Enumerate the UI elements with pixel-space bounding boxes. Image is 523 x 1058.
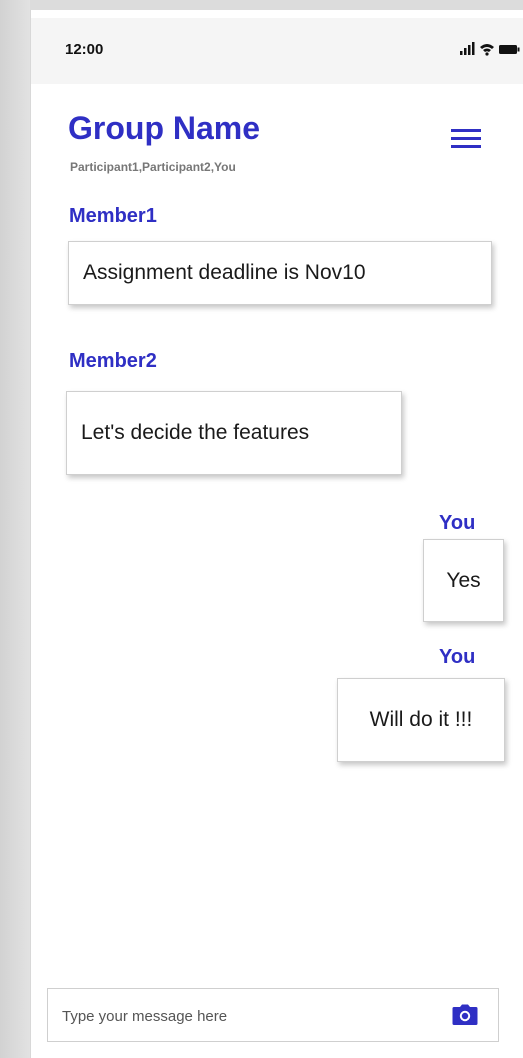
message-sender: Member1 (69, 205, 157, 227)
message-bubble: Will do it !!! (337, 678, 505, 762)
signal-icon (460, 42, 475, 55)
hamburger-menu-icon[interactable] (451, 127, 483, 151)
battery-icon (499, 45, 520, 54)
status-icons (460, 42, 520, 56)
participants-list: Participant1,Participant2,You (70, 160, 236, 174)
wifi-icon (480, 44, 494, 56)
message-text: Let's decide the features (81, 421, 310, 444)
message-sender: You (439, 512, 476, 534)
message-text: Will do it !!! (369, 708, 473, 731)
message-sender: You (439, 646, 476, 668)
status-time: 12:00 (65, 41, 104, 58)
status-bar: 12:00 (31, 18, 523, 84)
message-composer (47, 988, 499, 1042)
message-input[interactable] (62, 1005, 432, 1027)
group-title: Group Name (68, 110, 261, 146)
message-bubble: Yes (423, 539, 504, 622)
message-sender: Member2 (69, 350, 157, 372)
backdrop (0, 0, 30, 1058)
message-bubble: Assignment deadline is Nov10 (68, 241, 492, 305)
message-text: Assignment deadline is Nov10 (83, 261, 366, 284)
phone-screen: 12:00 Group Name Participant1,Participan… (30, 10, 523, 1058)
message-text: Yes (446, 568, 481, 592)
camera-icon[interactable] (452, 1004, 478, 1026)
message-bubble: Let's decide the features (66, 391, 402, 475)
